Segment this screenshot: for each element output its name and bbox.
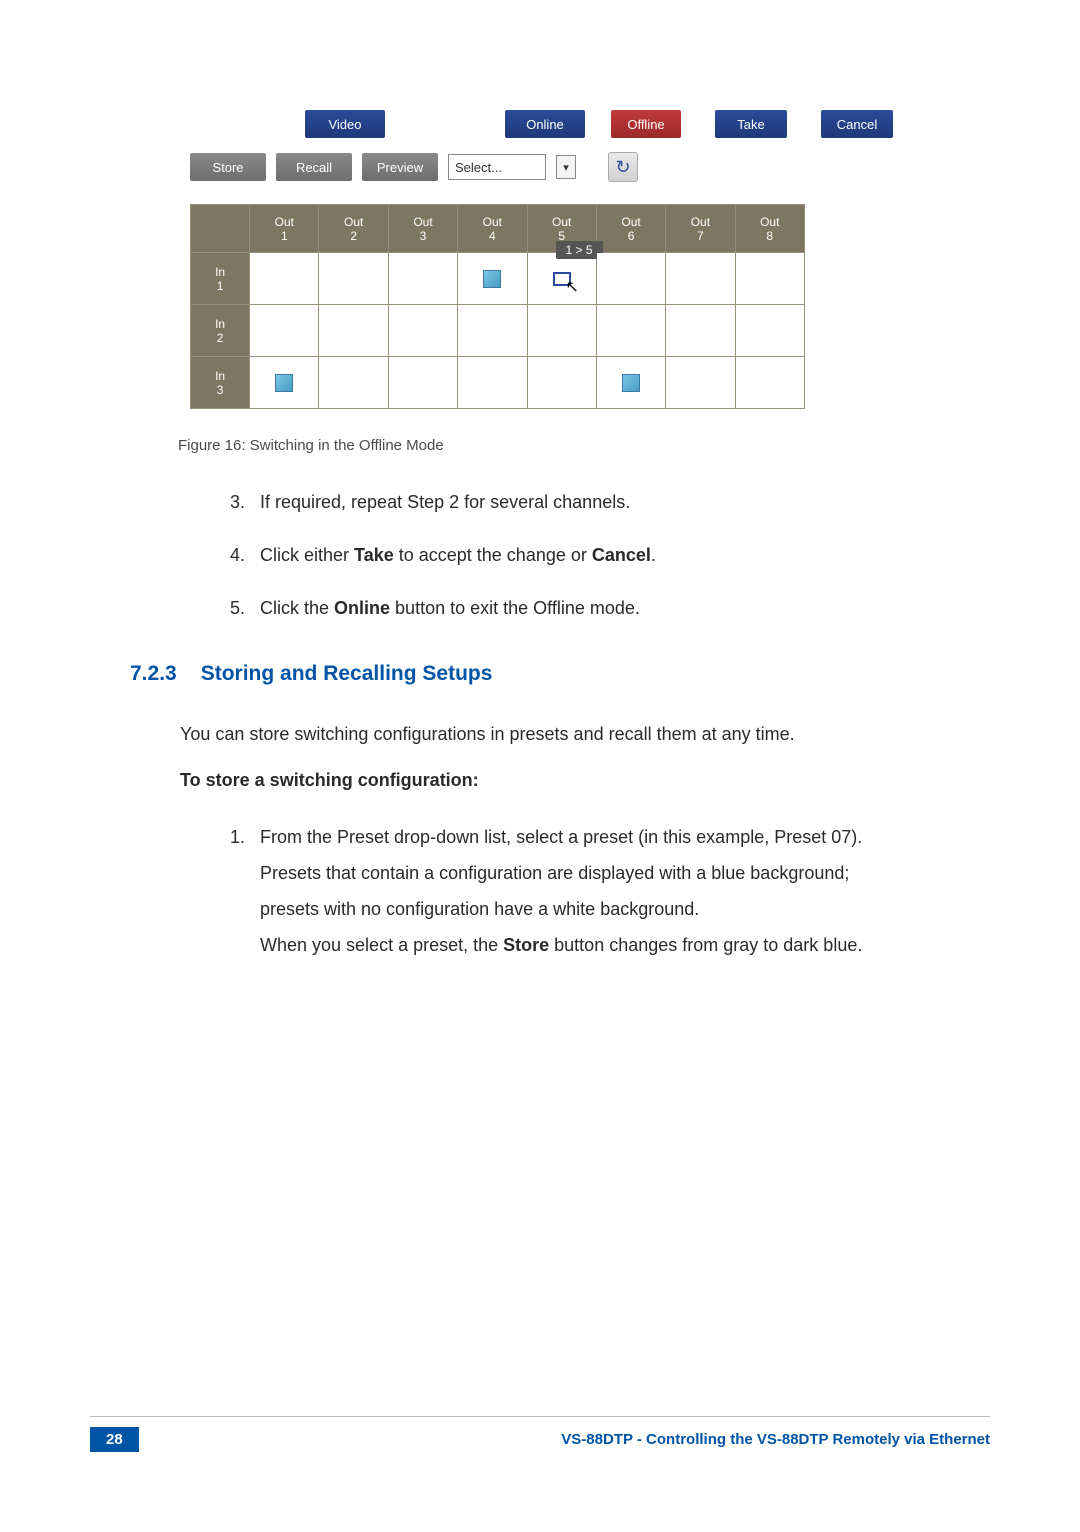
cell-1-8[interactable] — [735, 253, 804, 305]
page-number: 28 — [90, 1427, 139, 1452]
cell-2-2[interactable] — [319, 305, 388, 357]
col-out-1: Out 1 — [250, 205, 319, 253]
section-intro: You can store switching configurations i… — [180, 718, 990, 751]
cell-3-3[interactable] — [388, 357, 457, 409]
cell-3-2[interactable] — [319, 357, 388, 409]
step-b-1: From the Preset drop-down list, select a… — [250, 819, 990, 963]
online-button[interactable]: Online — [505, 110, 585, 138]
section-number: 7.2.3 — [130, 662, 177, 686]
store-button[interactable]: Store — [190, 153, 266, 181]
steps-list-b: From the Preset drop-down list, select a… — [250, 819, 990, 963]
col-out-8: Out 8 — [735, 205, 804, 253]
cell-2-1[interactable] — [250, 305, 319, 357]
cell-3-1[interactable] — [250, 357, 319, 409]
cell-1-3[interactable] — [388, 253, 457, 305]
section-title: Storing and Recalling Setups — [201, 662, 493, 686]
cell-1-6[interactable] — [596, 253, 665, 305]
row-in-2: In 2 — [191, 305, 250, 357]
cell-1-2[interactable] — [319, 253, 388, 305]
checked-icon — [275, 374, 293, 392]
switch-matrix: Out 1 Out 2 Out 3 Out 4 Out 5 Out 6 Out … — [190, 204, 805, 409]
preset-select-label: Select... — [455, 160, 502, 175]
figure-caption: Figure 16: Switching in the Offline Mode — [178, 437, 990, 454]
cell-2-7[interactable] — [666, 305, 735, 357]
step-4: Click either Take to accept the change o… — [250, 541, 990, 570]
chevron-down-icon[interactable]: ▾ — [556, 155, 576, 179]
col-out-2: Out 2 — [319, 205, 388, 253]
toolbar-row-1: Video Online Offline Take Cancel — [190, 110, 910, 138]
matrix-corner — [191, 205, 250, 253]
cell-3-8[interactable] — [735, 357, 804, 409]
col-out-3: Out 3 — [388, 205, 457, 253]
cell-1-7[interactable] — [666, 253, 735, 305]
cancel-button[interactable]: Cancel — [821, 110, 893, 138]
col-out-4: Out 4 — [458, 205, 527, 253]
preview-button[interactable]: Preview — [362, 153, 438, 181]
step-5: Click the Online button to exit the Offl… — [250, 594, 990, 623]
video-button[interactable]: Video — [305, 110, 385, 138]
row-in-3: In 3 — [191, 357, 250, 409]
steps-list-a: If required, repeat Step 2 for several c… — [250, 488, 990, 622]
cell-2-8[interactable] — [735, 305, 804, 357]
sub-heading: To store a switching configuration: — [180, 770, 990, 791]
refresh-icon[interactable]: ↻ — [608, 152, 638, 182]
offline-button[interactable]: Offline — [611, 110, 681, 138]
cell-3-4[interactable] — [458, 357, 527, 409]
toolbar-row-2: Store Recall Preview Select... ▾ ↻ — [190, 152, 910, 182]
cell-2-3[interactable] — [388, 305, 457, 357]
preset-select[interactable]: Select... — [448, 154, 546, 180]
cell-2-4[interactable] — [458, 305, 527, 357]
recall-button[interactable]: Recall — [276, 153, 352, 181]
cell-3-7[interactable] — [666, 357, 735, 409]
cursor-icon: ↖ — [566, 277, 579, 297]
figure-screenshot: Video Online Offline Take Cancel Store R… — [190, 110, 910, 409]
section-heading: 7.2.3 Storing and Recalling Setups — [130, 662, 990, 686]
col-out-7: Out 7 — [666, 205, 735, 253]
cell-2-6[interactable] — [596, 305, 665, 357]
checked-icon — [622, 374, 640, 392]
col-out-6: Out 6 — [596, 205, 665, 253]
checked-icon — [483, 270, 501, 288]
step-3: If required, repeat Step 2 for several c… — [250, 488, 990, 517]
footer-title: VS-88DTP - Controlling the VS-88DTP Remo… — [561, 1431, 990, 1448]
cell-3-6[interactable] — [596, 357, 665, 409]
page-footer: 28 VS-88DTP - Controlling the VS-88DTP R… — [90, 1416, 990, 1452]
cell-1-5[interactable]: 1 > 5 ↖ — [527, 253, 596, 305]
cell-2-5[interactable] — [527, 305, 596, 357]
row-in-1: In 1 — [191, 253, 250, 305]
cell-3-5[interactable] — [527, 357, 596, 409]
take-button[interactable]: Take — [715, 110, 787, 138]
cell-1-1[interactable] — [250, 253, 319, 305]
cell-1-4[interactable] — [458, 253, 527, 305]
